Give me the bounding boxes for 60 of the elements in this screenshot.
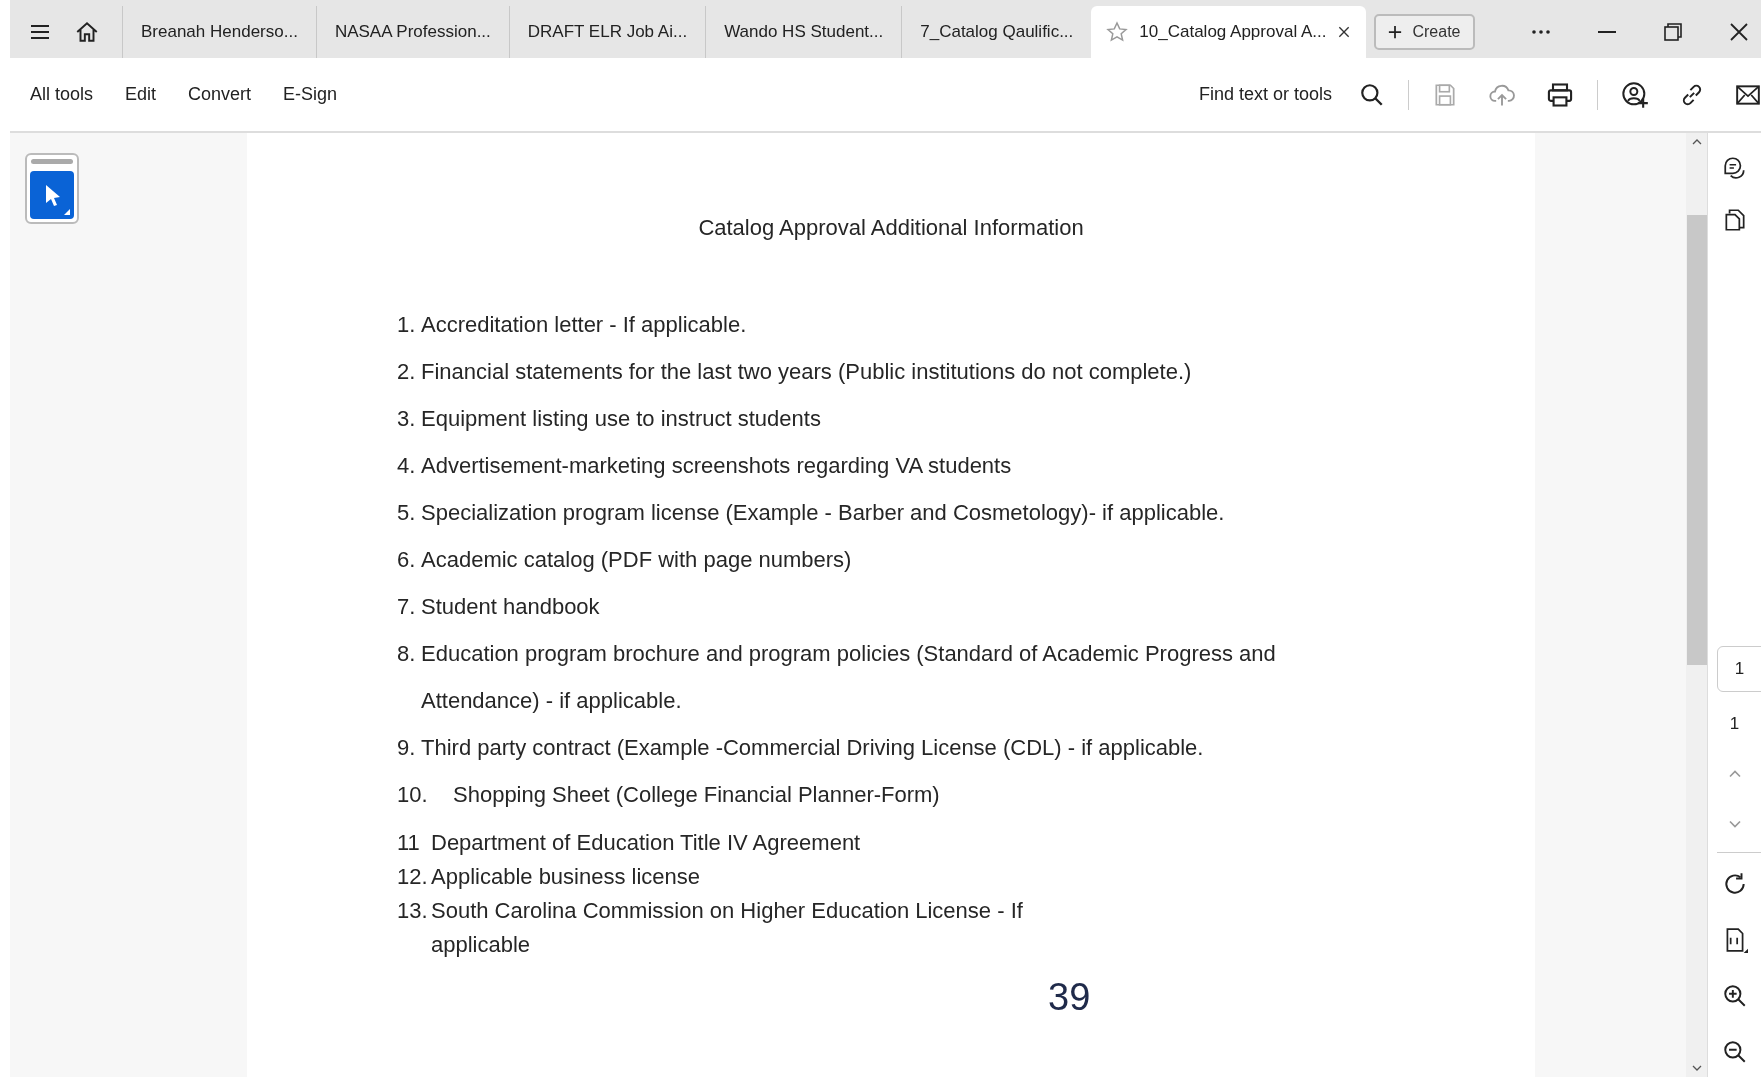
star-icon[interactable] (1105, 20, 1130, 44)
list-item-text: Advertisement-marketing screenshots regarding VA students (421, 452, 1012, 480)
list-number: 12. (397, 863, 429, 891)
page-input[interactable]: 1 (1716, 646, 1761, 692)
list-item-text: South Carolina Commission on Higher Education License - If applicable (431, 897, 1023, 959)
list-number: 4. (397, 452, 417, 480)
cursor-icon (30, 171, 74, 219)
list-number: 9. (397, 734, 417, 762)
plus-icon (1388, 25, 1403, 39)
list-number: 1. (397, 311, 417, 339)
menu-item[interactable]: E-Sign (283, 84, 338, 105)
list-item-text: Third party contract (Example -Commercial Driving License (CDL) - if applicable. (421, 734, 1204, 762)
list-number: 5. (397, 499, 417, 527)
find-text[interactable]: Find text or tools (1198, 84, 1332, 105)
tab-label: Wando HS Student... (724, 22, 884, 42)
list-number: 11 (397, 829, 421, 857)
create-button[interactable]: Create (1374, 14, 1475, 50)
list-number: 10. (397, 781, 429, 809)
scroll-up-icon[interactable] (1691, 139, 1702, 145)
search-icon[interactable] (1359, 81, 1385, 108)
scroll-down-icon[interactable] (1691, 1065, 1702, 1071)
user-add-icon[interactable] (1621, 80, 1649, 109)
page-number: 39 (1048, 976, 1091, 1019)
page-count: 1 (1729, 714, 1740, 734)
zoom-out-icon[interactable] (1721, 1039, 1748, 1065)
tab[interactable]: Breanah Henderso... (122, 6, 316, 58)
list-number: 6. (397, 546, 417, 574)
list-item-text: Specialization program license (Example - Barber and Cosmetology)- if applicable. (421, 499, 1225, 527)
tab[interactable]: NASAA Profession... (315, 6, 509, 58)
list-item-text: Academic catalog (PDF with page numbers) (421, 546, 852, 574)
list-number: 8. (397, 640, 417, 668)
list-item-text: Financial statements for the last two years (Public institutions do not complete.) (421, 358, 1192, 386)
list-item-text: Equipment listing use to instruct students (421, 405, 821, 433)
list-item-text: Student handbook (421, 593, 600, 621)
list-item-text: Shopping Sheet (College Financial Planner-Form) (453, 781, 940, 809)
list-item-text: Applicable business license (431, 863, 701, 891)
document-title: Catalog Approval Additional Information (698, 215, 1084, 241)
list-number: 7. (397, 593, 417, 621)
home-icon[interactable] (74, 19, 100, 45)
tab-label: 7_Catalog Qaulific... (920, 22, 1074, 42)
tab[interactable]: 10_Catalog Approval A... (1091, 6, 1367, 58)
print-icon[interactable] (1546, 80, 1574, 109)
tab-label: Breanah Henderso... (141, 22, 298, 42)
list-number: 2. (397, 358, 417, 386)
list-item-text: Accreditation letter - If applicable. (421, 311, 747, 339)
tab[interactable]: DRAFT ELR Job Ai... (508, 6, 706, 58)
list-number: 13. (397, 897, 429, 925)
menu-item[interactable]: Edit (125, 84, 157, 105)
zoom-in-icon[interactable] (1721, 983, 1748, 1009)
tab-label: NASAA Profession... (334, 22, 491, 42)
menu-item[interactable]: All tools (30, 84, 94, 105)
list-item-text: Department of Education Title IV Agreement (431, 829, 861, 857)
tab[interactable]: Wando HS Student... (705, 6, 902, 58)
list-item-text: Education program brochure and program policies (Standard of Academic Progress and Attendance) - if applicable. (421, 640, 1276, 715)
menu-item[interactable]: Convert (188, 84, 252, 105)
tab-label: DRAFT ELR Job Ai... (527, 22, 688, 42)
tab-label: 10_Catalog Approval A... (1139, 22, 1327, 42)
select-tool-button[interactable] (25, 153, 79, 224)
restore-icon[interactable] (1661, 20, 1685, 44)
list-number: 3. (397, 405, 417, 433)
